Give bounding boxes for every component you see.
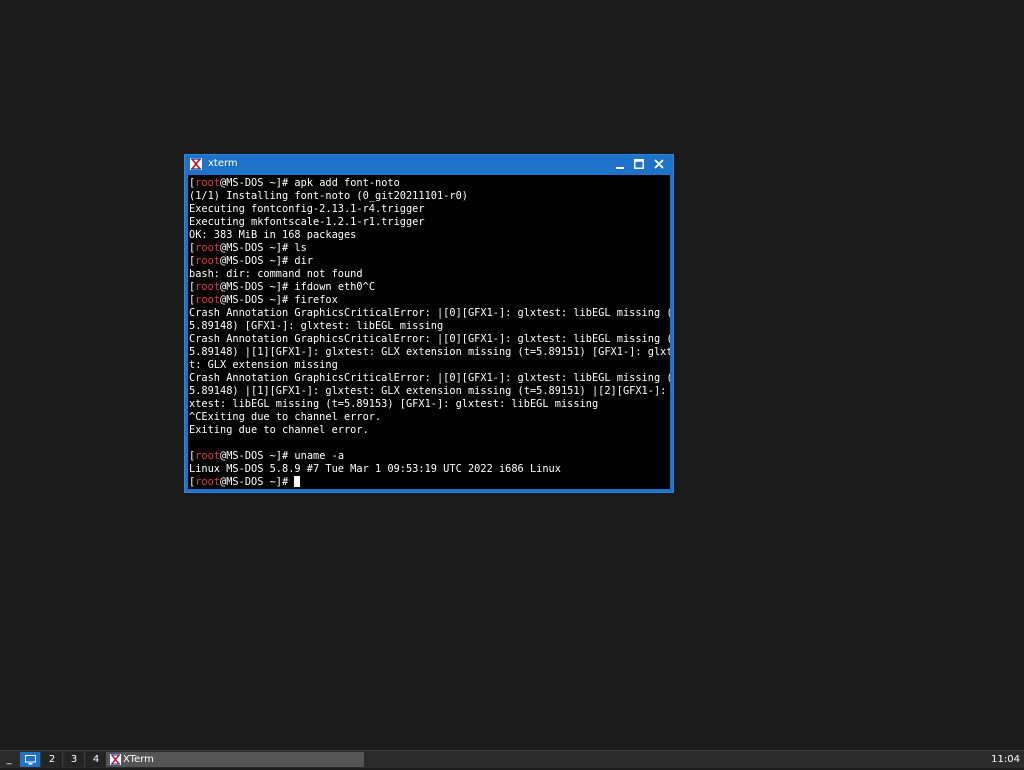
terminal-line: Executing mkfontscale-1.2.1-r1.trigger: [189, 216, 425, 228]
terminal-line: bash: dir: command not found: [189, 268, 363, 280]
xterm-icon: [110, 754, 121, 765]
terminal-line: 5.89148) |[1][GFX1-]: glxtest: GLX exten…: [189, 385, 670, 397]
prompt-user: root: [195, 242, 221, 254]
taskbar-task-xterm[interactable]: XTerm: [106, 752, 364, 767]
maximize-icon: [634, 159, 644, 169]
clock: 11:04: [991, 754, 1020, 765]
workspace-1[interactable]: [20, 752, 41, 767]
start-menu-button[interactable]: _: [2, 752, 16, 767]
prompt-user: root: [195, 255, 221, 267]
terminal-line: ^CExiting due to channel error.: [189, 411, 382, 423]
window-title: xterm: [208, 158, 238, 169]
workspace-label: 3: [70, 754, 78, 765]
terminal-output: [root@MS-DOS ~]# apk add font-noto (1/1)…: [188, 175, 670, 489]
start-menu-label: _: [6, 754, 12, 765]
prompt-user: root: [195, 281, 221, 293]
terminal-line: OK: 383 MiB in 168 packages: [189, 229, 357, 241]
terminal-line: Executing fontconfig-2.13.1-r4.trigger: [189, 203, 425, 215]
workspace-label: 4: [92, 754, 100, 765]
command-text: apk add font-noto: [294, 177, 400, 189]
terminal-line: [root@MS-DOS ~]# apk add font-noto: [189, 177, 400, 189]
prompt-user: root: [195, 177, 221, 189]
prompt-user: root: [195, 294, 221, 306]
xterm-window[interactable]: xterm [root@MS-DOS ~]# apk add font-noto…: [184, 154, 674, 493]
minimize-icon: [616, 167, 624, 169]
terminal-line: Crash Annotation GraphicsCriticalError: …: [189, 307, 670, 319]
window-titlebar[interactable]: xterm: [185, 155, 673, 173]
minimize-button[interactable]: [613, 157, 627, 171]
command-text: ifdown eth0^C: [294, 281, 376, 293]
terminal-line: xtest: libEGL missing (t=5.89153) [GFX1-…: [189, 398, 599, 410]
terminal-line: Crash Annotation GraphicsCriticalError: …: [189, 372, 670, 384]
terminal-line: (1/1) Installing font-noto (0_git2021110…: [189, 190, 468, 202]
task-label: XTerm: [123, 754, 154, 765]
terminal-line: Exiting due to channel error.: [189, 424, 369, 436]
terminal-line: [root@MS-DOS ~]# uname -a: [189, 450, 345, 462]
workspace-2[interactable]: 2: [42, 752, 63, 767]
workspace-3[interactable]: 3: [64, 752, 85, 767]
terminal-line: 5.89148) [GFX1-]: glxtest: libEGL missin…: [189, 320, 444, 332]
terminal-line: [root@MS-DOS ~]# dir: [189, 255, 314, 267]
terminal-area[interactable]: [root@MS-DOS ~]# apk add font-noto (1/1)…: [188, 175, 670, 489]
maximize-button[interactable]: [632, 157, 646, 171]
terminal-cursor: [294, 476, 301, 487]
xterm-icon: [190, 158, 202, 170]
command-text: dir: [294, 255, 314, 267]
terminal-line: Linux MS-DOS 5.8.9 #7 Tue Mar 1 09:53:19…: [189, 463, 561, 475]
command-text: ls: [294, 242, 307, 254]
close-icon: [654, 159, 664, 169]
terminal-line: 5.89148) |[1][GFX1-]: glxtest: GLX exten…: [189, 346, 670, 358]
workspace-label: 2: [48, 754, 56, 765]
desktop-icon: [24, 755, 36, 765]
prompt-user: root: [195, 450, 221, 462]
command-text: firefox: [294, 294, 338, 306]
terminal-line: [root@MS-DOS ~]#: [189, 476, 301, 488]
terminal-line: [root@MS-DOS ~]# firefox: [189, 294, 338, 306]
terminal-line: t: GLX extension missing: [189, 359, 338, 371]
workspace-4[interactable]: 4: [86, 752, 107, 767]
taskbar: _ 2 3 4 XTerm 11:04: [0, 750, 1024, 768]
command-text: uname -a: [294, 450, 345, 462]
terminal-line: [root@MS-DOS ~]# ifdown eth0^C: [189, 281, 376, 293]
terminal-line: Crash Annotation GraphicsCriticalError: …: [189, 333, 670, 345]
close-button[interactable]: [652, 157, 666, 171]
prompt-user: root: [195, 476, 221, 488]
terminal-line: [root@MS-DOS ~]# ls: [189, 242, 307, 254]
